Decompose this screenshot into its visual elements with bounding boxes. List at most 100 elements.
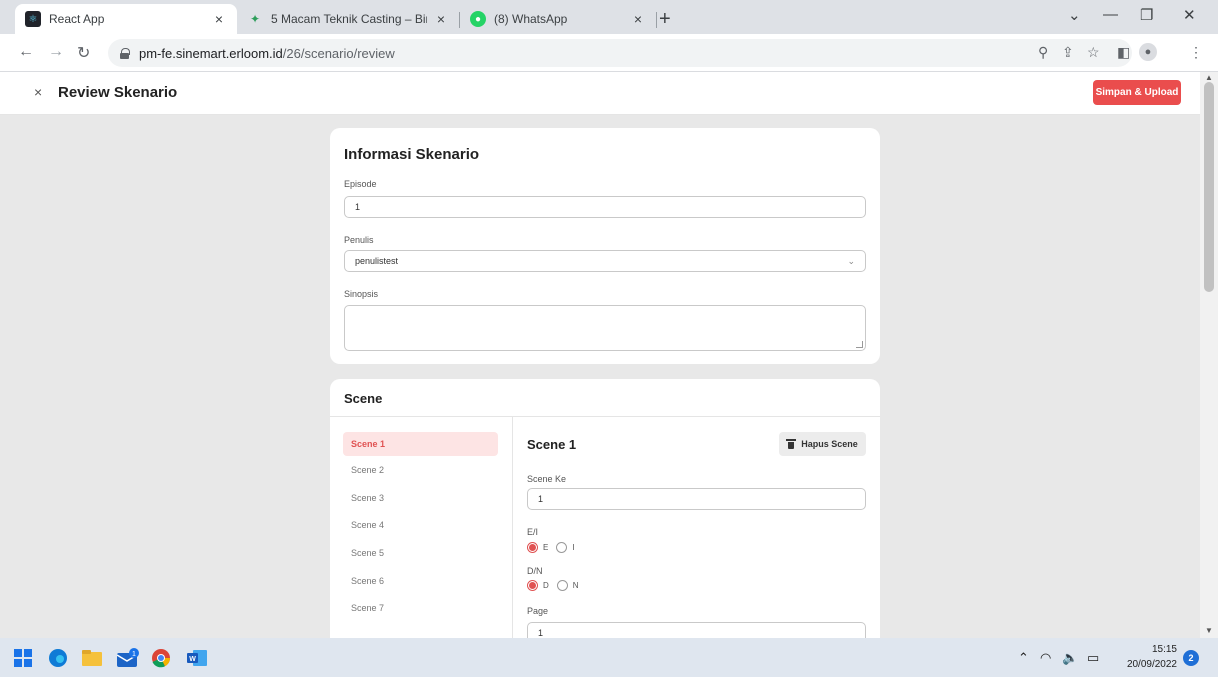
tab-separator (656, 12, 657, 28)
clock-date: 20/09/2022 (1126, 659, 1177, 670)
address-bar[interactable]: pm-fe.sinemart.erloom.id/26/scenario/rev… (108, 39, 1132, 67)
main-content: Informasi Skenario Episode 1 Penulis pen… (0, 115, 1200, 638)
ei-radio-group: E I (527, 542, 583, 553)
tab-whatsapp[interactable]: ● (8) WhatsApp × (460, 4, 656, 34)
scroll-down-icon[interactable]: ▼ (1205, 626, 1213, 635)
bookmark-star-icon[interactable]: ☆ (1087, 44, 1100, 61)
dn-radio-d[interactable] (527, 580, 538, 591)
ei-label: E/I (527, 527, 539, 537)
close-tab-icon[interactable]: × (211, 11, 227, 27)
dn-radio-n[interactable] (556, 580, 568, 591)
scene-ke-label: Scene Ke (527, 474, 567, 484)
react-favicon-icon: ⚛ (25, 11, 41, 27)
zoom-icon[interactable]: ⚲ (1038, 44, 1048, 61)
forward-arrow-icon[interactable]: → (48, 43, 64, 61)
back-arrow-icon[interactable]: ← (18, 43, 34, 61)
close-tab-icon[interactable]: × (630, 11, 646, 27)
close-window-icon[interactable]: ✕ (1183, 6, 1196, 24)
mail-icon[interactable]: 1 (117, 647, 139, 669)
scene-item-label: Scene 5 (351, 548, 385, 558)
chevron-down-icon: ⌄ (847, 256, 855, 266)
close-icon[interactable]: × (34, 84, 42, 100)
tab-react-app[interactable]: ⚛ React App × (15, 4, 237, 34)
battery-icon[interactable]: ▭ (1087, 650, 1099, 666)
scene-list-item[interactable]: Scene 4 (343, 513, 498, 537)
lock-icon (120, 47, 130, 59)
close-tab-icon[interactable]: × (433, 11, 449, 27)
scene-list-item[interactable]: Scene 5 (343, 541, 498, 565)
scene-list-item[interactable]: Scene 7 (343, 596, 498, 620)
scene-item-label: Scene 1 (351, 439, 386, 449)
windows-taskbar: 1 W ⌃ ◠ 🔈 ▭ 15:15 20/09/2022 2 (0, 638, 1218, 677)
scene-list-item[interactable]: Scene 3 (343, 486, 498, 510)
whatsapp-favicon-icon: ● (470, 11, 486, 27)
page-scrollbar[interactable]: ▲ ▼ (1200, 72, 1218, 638)
scene-list-item[interactable]: Scene 6 (343, 569, 498, 593)
edge-icon[interactable] (47, 647, 69, 669)
scene-detail-title: Scene 1 (527, 437, 577, 452)
reload-icon[interactable]: ↻ (77, 43, 90, 63)
episode-input[interactable]: 1 (344, 196, 866, 218)
delete-scene-label: Hapus Scene (801, 439, 858, 449)
episode-label: Episode (344, 179, 377, 189)
tab-title: (8) WhatsApp (494, 12, 568, 26)
new-tab-button[interactable]: + (659, 8, 671, 31)
scene-list: Scene 1 Scene 2 Scene 3 Scene 4 Scene 5 … (330, 417, 513, 638)
file-explorer-icon[interactable] (81, 647, 103, 669)
tab-title: React App (49, 12, 105, 26)
browser-toolbar: ← → ↻ pm-fe.sinemart.erloom.id/26/scenar… (0, 34, 1218, 72)
tab-teknik-casting[interactable]: ✦ 5 Macam Teknik Casting – Bintan × (237, 4, 459, 34)
page-input[interactable]: 1 (527, 622, 866, 638)
wifi-icon[interactable]: ◠ (1040, 650, 1051, 666)
word-icon[interactable]: W (186, 647, 208, 669)
svg-text:1: 1 (132, 651, 136, 658)
penulis-select[interactable]: penulistest ⌄ (344, 250, 866, 272)
episode-value: 1 (355, 202, 361, 212)
ei-radio-i[interactable] (556, 542, 568, 553)
tab-search-chevron-icon[interactable]: ⌄ (1068, 6, 1081, 24)
delete-scene-button[interactable]: Hapus Scene (779, 432, 866, 456)
scene-list-item[interactable]: Scene 1 (343, 432, 498, 456)
scene-item-label: Scene 3 (351, 493, 385, 503)
sinopsis-textarea[interactable] (344, 305, 866, 351)
radio-label: D (543, 581, 549, 590)
resize-handle-icon[interactable] (856, 341, 863, 348)
svg-text:W: W (189, 656, 196, 663)
profile-avatar-icon[interactable]: ● (1139, 43, 1157, 61)
windows-start-icon[interactable] (12, 647, 34, 669)
scene-item-label: Scene 4 (351, 520, 385, 530)
scene-detail: Scene 1 Hapus Scene Scene Ke 1 E/I E I D… (513, 417, 880, 638)
side-panel-icon[interactable]: ◧ (1117, 44, 1130, 61)
scrollbar-thumb[interactable] (1204, 82, 1214, 292)
radio-label: E (543, 543, 549, 552)
page-title: Review Skenario (58, 84, 178, 101)
radio-label: I (572, 543, 575, 552)
volume-icon[interactable]: 🔈 (1062, 650, 1078, 666)
menu-kebab-icon[interactable]: ⋮ (1189, 44, 1203, 61)
page-label: Page (527, 606, 549, 616)
section-title: Scene (344, 391, 383, 406)
penulis-label: Penulis (344, 235, 374, 245)
penulis-value: penulistest (355, 256, 399, 266)
restore-icon[interactable]: ❐ (1140, 6, 1153, 24)
minimize-icon[interactable]: — (1103, 6, 1118, 23)
radio-label: N (572, 581, 579, 590)
dn-radio-group: D N (527, 580, 587, 591)
notification-badge[interactable]: 2 (1183, 650, 1199, 666)
app-header: × Review Skenario Simpan & Upload (0, 72, 1200, 115)
chrome-icon[interactable] (150, 647, 172, 669)
scene-ke-input[interactable]: 1 (527, 488, 866, 510)
tray-chevron-up-icon[interactable]: ⌃ (1018, 650, 1029, 666)
taskbar-clock[interactable]: 15:15 20/09/2022 (1125, 642, 1177, 672)
save-upload-button[interactable]: Simpan & Upload (1093, 80, 1181, 105)
informasi-skenario-card: Informasi Skenario Episode 1 Penulis pen… (330, 128, 880, 364)
page-value: 1 (538, 628, 544, 638)
section-title: Informasi Skenario (344, 146, 480, 163)
ei-radio-e[interactable] (527, 542, 538, 553)
scroll-up-icon[interactable]: ▲ (1205, 73, 1213, 82)
clock-time: 15:15 (1151, 644, 1177, 655)
scene-ke-value: 1 (538, 494, 544, 504)
share-icon[interactable]: ⇪ (1062, 44, 1074, 61)
sinopsis-label: Sinopsis (344, 289, 379, 299)
scene-list-item[interactable]: Scene 2 (343, 458, 498, 482)
